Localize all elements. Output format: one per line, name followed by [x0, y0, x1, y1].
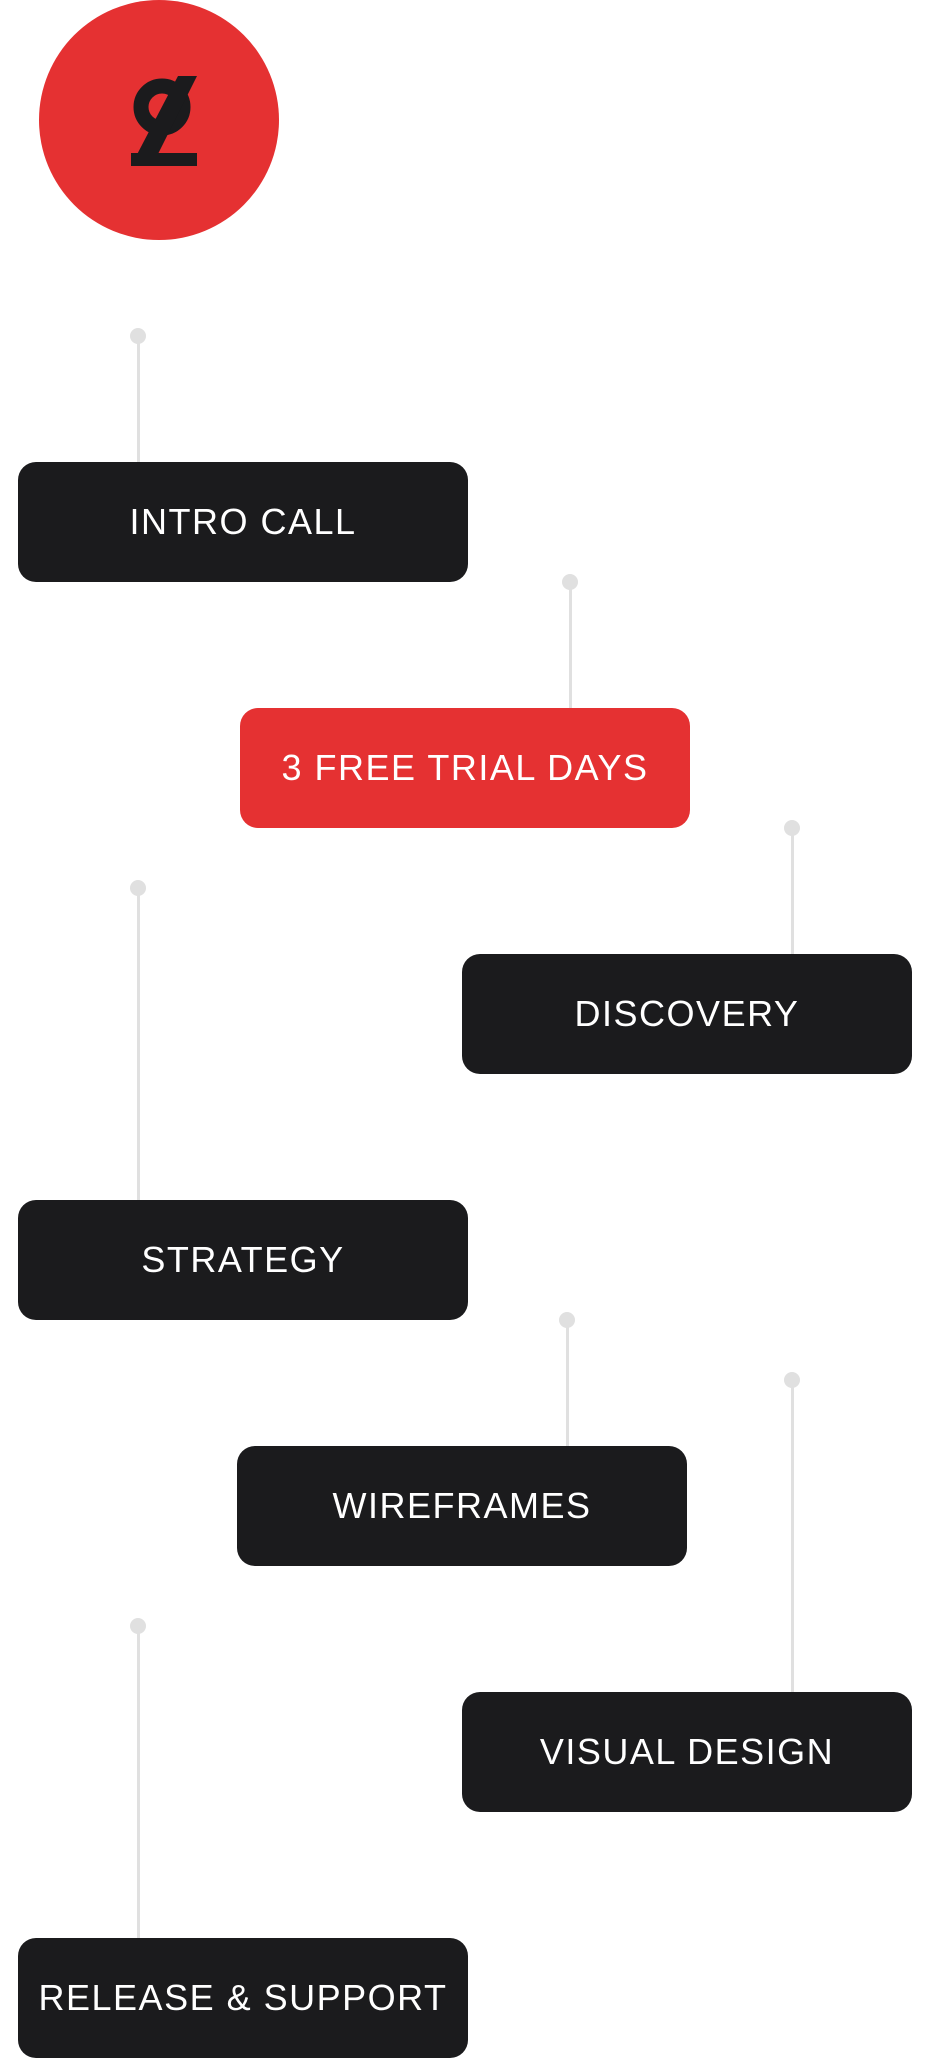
step-discovery-button[interactable]: DISCOVERY [462, 954, 912, 1074]
step-label: WIREFRAMES [332, 1485, 592, 1526]
connector-line [137, 1626, 140, 1938]
step-release-support-button[interactable]: RELEASE & SUPPORT [18, 1938, 468, 2058]
step-label: INTRO CALL [129, 501, 357, 542]
step-intro-call-button[interactable]: INTRO CALL [18, 462, 468, 582]
step-label: VISUAL DESIGN [539, 1731, 835, 1772]
connector-line [137, 336, 140, 462]
connector-line [791, 828, 794, 954]
step-label: 3 FREE TRIAL DAYS [281, 747, 649, 788]
step-label: DISCOVERY [574, 993, 800, 1034]
brand-logo [39, 0, 279, 240]
step-wireframes-button[interactable]: WIREFRAMES [237, 1446, 687, 1566]
step-label: STRATEGY [141, 1239, 345, 1280]
connector-line [137, 888, 140, 1200]
step-strategy-button[interactable]: STRATEGY [18, 1200, 468, 1320]
step-visual-design-button[interactable]: VISUAL DESIGN [462, 1692, 912, 1812]
connector-line [791, 1380, 794, 1692]
connector-line [569, 582, 572, 708]
step-free-trial-button[interactable]: 3 FREE TRIAL DAYS [240, 708, 690, 828]
brand-glyph-icon [131, 76, 197, 166]
connector-line [566, 1320, 569, 1446]
step-label: RELEASE & SUPPORT [38, 1977, 448, 2018]
